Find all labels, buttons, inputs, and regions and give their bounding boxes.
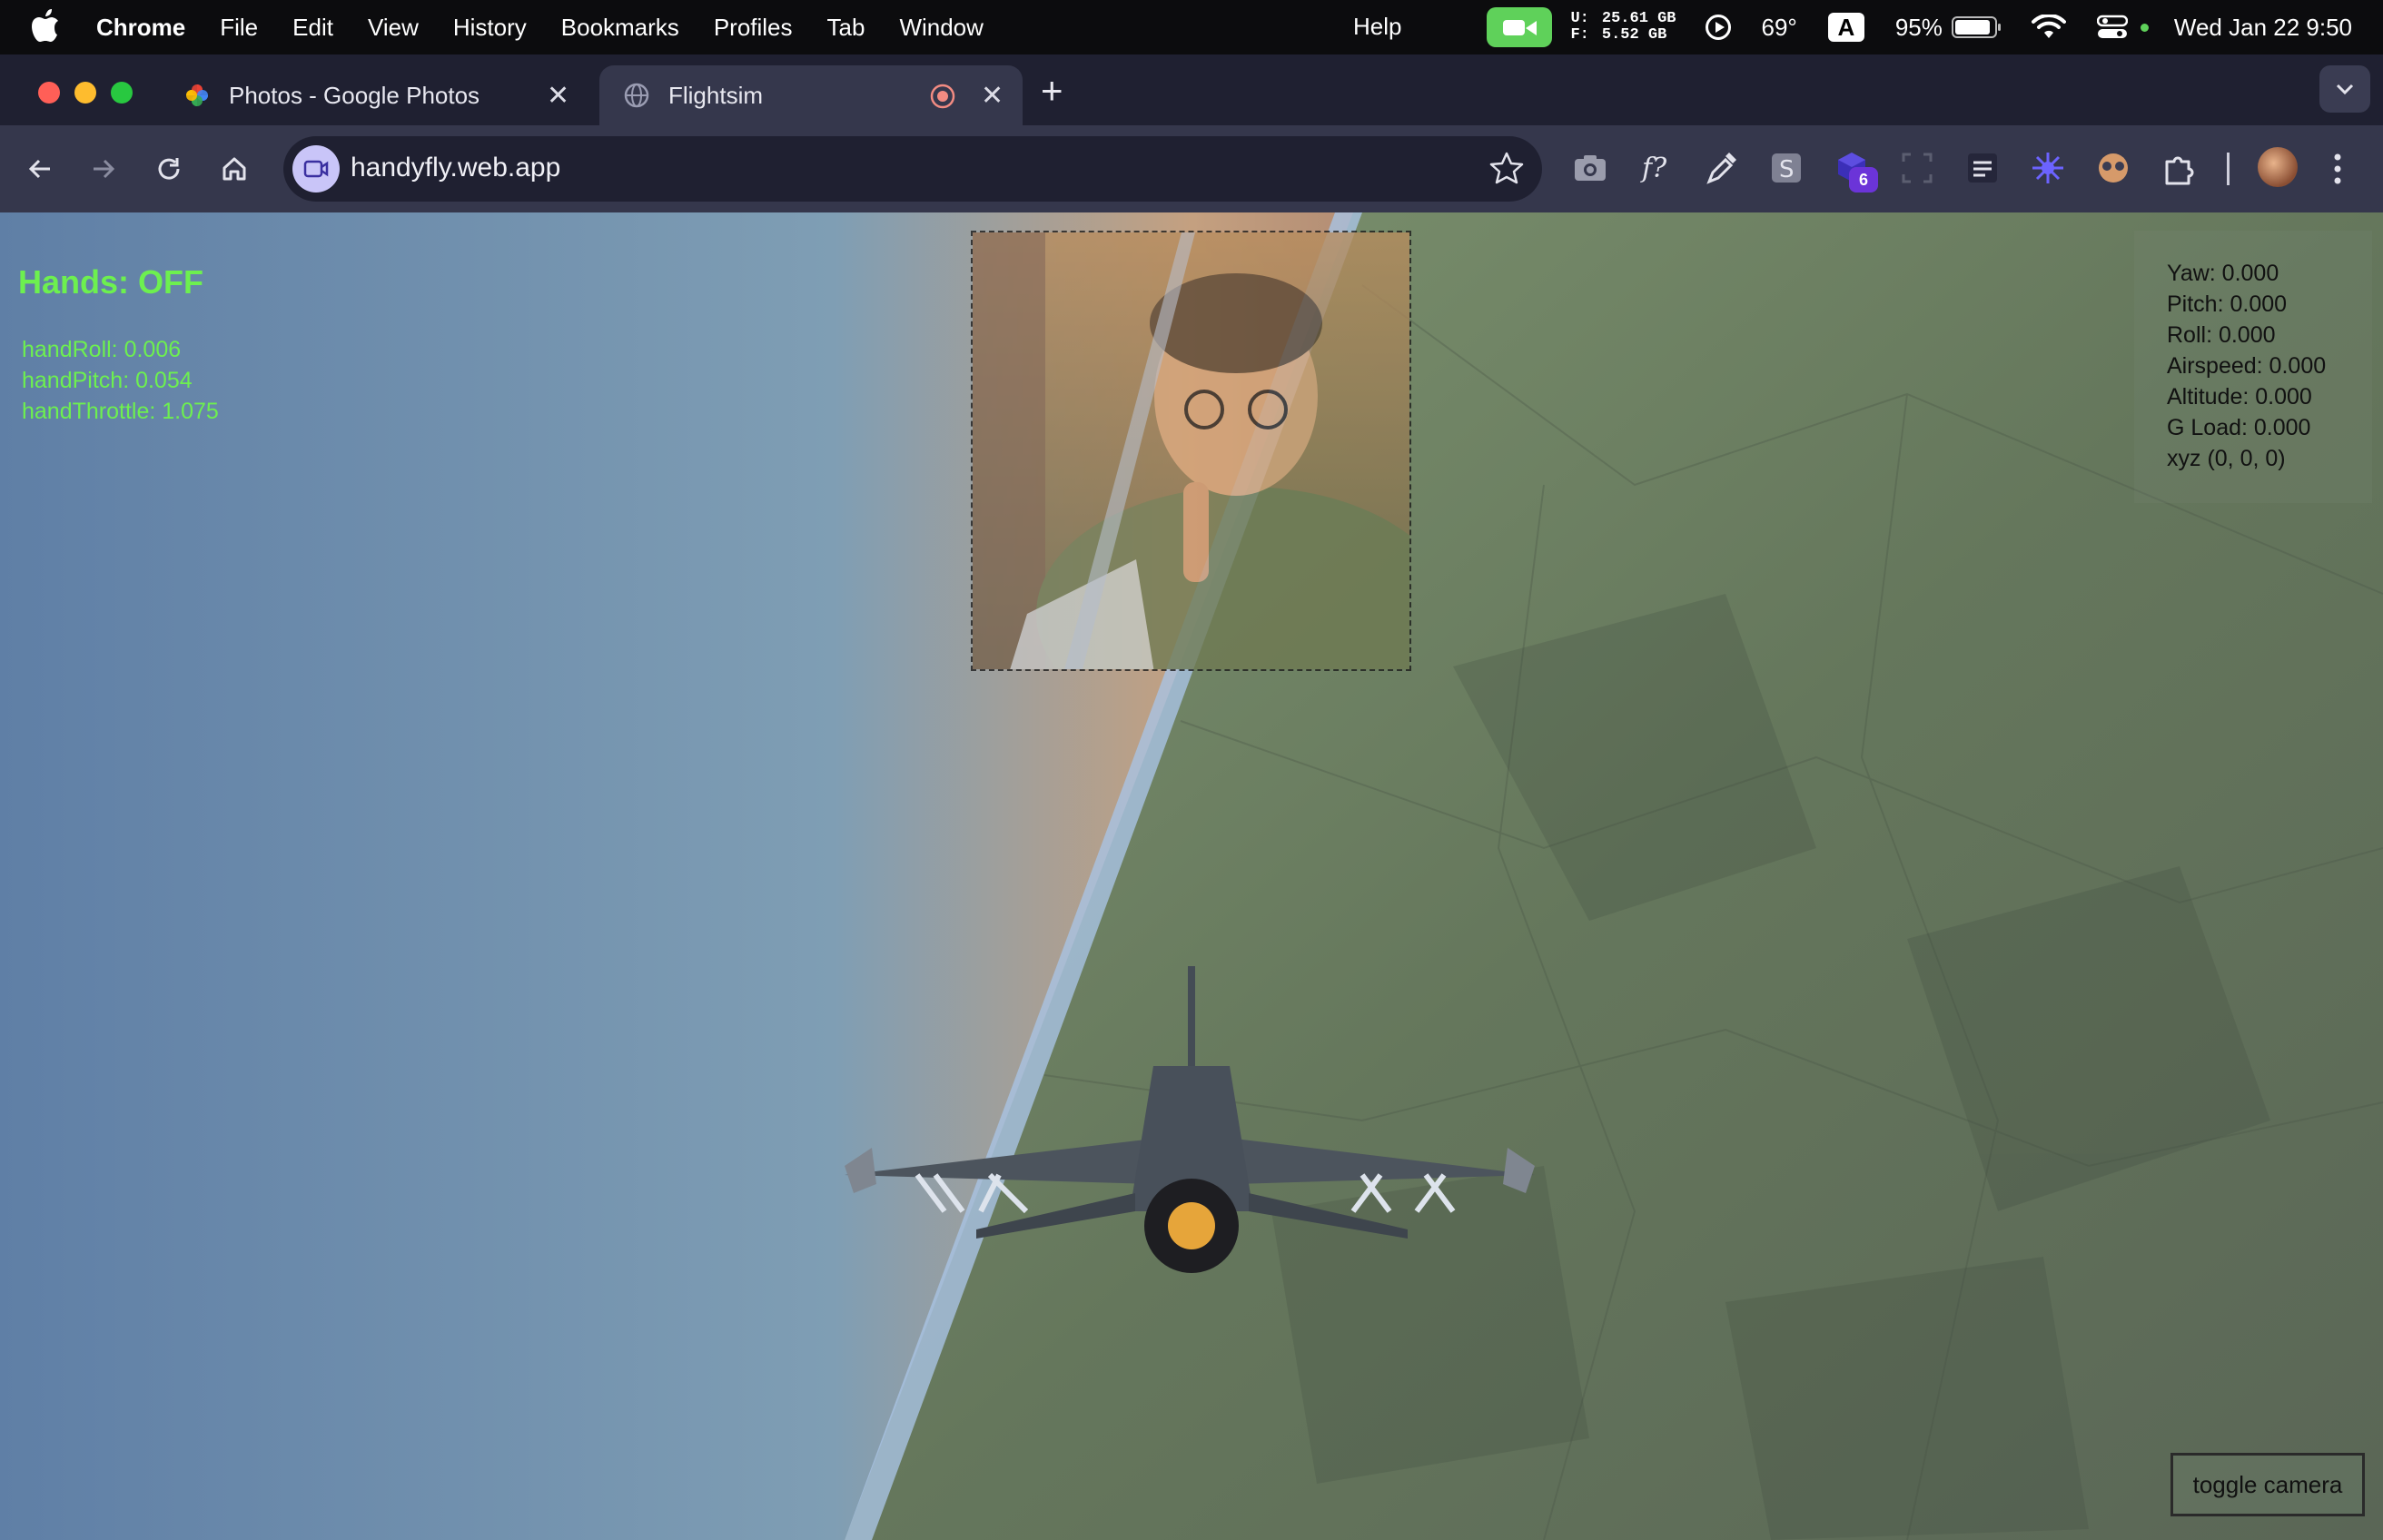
menu-tab[interactable]: Tab xyxy=(827,14,865,42)
menu-window[interactable]: Window xyxy=(899,14,983,42)
menu-file[interactable]: File xyxy=(220,14,258,42)
svg-text:S: S xyxy=(1779,156,1795,183)
function-extension-icon[interactable]: f? xyxy=(1635,147,1676,189)
battery-percent[interactable]: 95% xyxy=(1895,14,1943,42)
menu-app-chrome[interactable]: Chrome xyxy=(96,14,185,42)
roll-value: Roll: 0.000 xyxy=(2167,322,2276,348)
menu-view[interactable]: View xyxy=(368,14,419,42)
glasses-extension-icon[interactable] xyxy=(2092,147,2134,189)
site-info-button[interactable] xyxy=(292,145,340,192)
reload-button[interactable] xyxy=(149,149,189,189)
google-photos-icon xyxy=(186,84,208,106)
window-close-button[interactable] xyxy=(38,82,60,104)
disk-usage-widget[interactable]: U: 25.61 GB F: 5.52 GB xyxy=(1570,11,1676,44)
menu-history[interactable]: History xyxy=(453,14,527,42)
tab-title: Photos - Google Photos xyxy=(229,81,480,109)
bookmark-star-icon[interactable] xyxy=(1488,149,1526,187)
tab-title: Flightsim xyxy=(668,81,764,109)
macos-menu-bar: Chrome File Edit View History Bookmarks … xyxy=(0,0,2383,54)
puzzle-extensions-icon[interactable] xyxy=(2158,147,2200,189)
arrow-right-icon xyxy=(94,159,115,179)
tab-close-icon[interactable]: ✕ xyxy=(547,80,569,112)
xyz-value: xyz (0, 0, 0) xyxy=(2167,446,2286,471)
disk-free-label: F: xyxy=(1570,26,1589,44)
battery-icon[interactable] xyxy=(1951,16,2001,38)
yaw-value: Yaw: 0.000 xyxy=(2167,261,2279,286)
window-minimize-button[interactable] xyxy=(74,82,96,104)
back-button[interactable] xyxy=(20,149,60,189)
toggle-camera-button[interactable]: toggle camera xyxy=(2170,1453,2365,1516)
menu-bookmarks[interactable]: Bookmarks xyxy=(561,14,679,42)
svg-text:f?: f? xyxy=(1640,153,1667,184)
disk-used-value: 25.61 GB xyxy=(1601,10,1676,27)
arrow-left-icon xyxy=(28,159,50,179)
input-source-icon[interactable]: A xyxy=(1827,13,1864,42)
tab-search-button[interactable] xyxy=(2319,65,2370,113)
tab-flightsim[interactable]: Flightsim ✕ xyxy=(599,65,1023,125)
profile-avatar[interactable] xyxy=(2258,147,2298,187)
hand-metrics-panel: handRoll: 0.006 handPitch: 0.054 handThr… xyxy=(22,334,219,427)
video-camera-icon xyxy=(303,160,329,178)
menu-profiles[interactable]: Profiles xyxy=(714,14,793,42)
eyedropper-extension-icon[interactable] xyxy=(1700,147,1742,189)
airspeed-value: Airspeed: 0.000 xyxy=(2167,353,2327,379)
flight-telemetry-panel: Yaw: 0.000 Pitch: 0.000 Roll: 0.000 Airs… xyxy=(2134,231,2372,503)
recording-icon xyxy=(930,84,955,109)
url-text[interactable]: handyfly.web.app xyxy=(351,153,560,183)
disk-used-label: U: xyxy=(1570,10,1589,27)
webcam-preview xyxy=(971,231,1411,671)
extension-badge-count: 6 xyxy=(1849,167,1878,192)
globe-icon xyxy=(624,83,649,108)
screenshot-extension-icon[interactable] xyxy=(1569,147,1611,189)
tab-google-photos[interactable]: Photos - Google Photos ✕ xyxy=(160,65,587,125)
privacy-indicator-dot xyxy=(2140,23,2149,32)
window-zoom-button[interactable] xyxy=(111,82,133,104)
s-extension-icon[interactable]: S xyxy=(1765,147,1807,189)
menubar-status-area: U: 25.61 GB F: 5.52 GB 69° A 95% Wed Jan 2… xyxy=(1487,0,2365,54)
weather-temperature[interactable]: 69° xyxy=(1762,14,1797,42)
webcam-video-feed xyxy=(973,232,1409,669)
g-load-value: G Load: 0.000 xyxy=(2167,415,2311,440)
chevron-down-icon xyxy=(2336,84,2354,95)
apple-logo-icon[interactable] xyxy=(31,9,60,44)
tab-close-icon[interactable]: ✕ xyxy=(981,80,1004,112)
hand-pitch-value: handPitch: 0.054 xyxy=(22,368,193,393)
more-menu-icon[interactable] xyxy=(2332,151,2343,187)
flightsim-viewport[interactable]: Hands: OFF handRoll: 0.006 handPitch: 0.… xyxy=(0,212,2383,1540)
clock-datetime[interactable]: Wed Jan 22 9:50 xyxy=(2174,14,2352,42)
capture-area-extension-icon[interactable] xyxy=(1896,147,1938,189)
reader-extension-icon[interactable] xyxy=(1962,147,2003,189)
forward-button[interactable] xyxy=(84,149,124,189)
hand-roll-value: handRoll: 0.006 xyxy=(22,337,182,362)
menu-edit[interactable]: Edit xyxy=(292,14,333,42)
new-tab-button[interactable]: + xyxy=(1041,71,1063,111)
pitch-value: Pitch: 0.000 xyxy=(2167,291,2288,317)
play-icon[interactable] xyxy=(1705,15,1731,40)
toolbar-divider xyxy=(2227,153,2230,185)
disk-free-value: 5.52 GB xyxy=(1601,26,1667,44)
reload-icon xyxy=(158,158,180,180)
camera-in-use-icon[interactable] xyxy=(1487,7,1553,47)
menu-help[interactable]: Help xyxy=(1353,13,1401,41)
home-button[interactable] xyxy=(214,149,254,189)
sparkle-extension-icon[interactable] xyxy=(2027,147,2069,189)
hands-status-label: Hands: OFF xyxy=(18,263,203,301)
home-icon xyxy=(222,157,246,181)
address-bar[interactable]: handyfly.web.app xyxy=(283,136,1542,202)
wifi-icon[interactable] xyxy=(2031,15,2066,40)
altitude-value: Altitude: 0.000 xyxy=(2167,384,2312,410)
control-center-icon[interactable] xyxy=(2096,15,2128,40)
hand-throttle-value: handThrottle: 1.075 xyxy=(22,399,219,424)
